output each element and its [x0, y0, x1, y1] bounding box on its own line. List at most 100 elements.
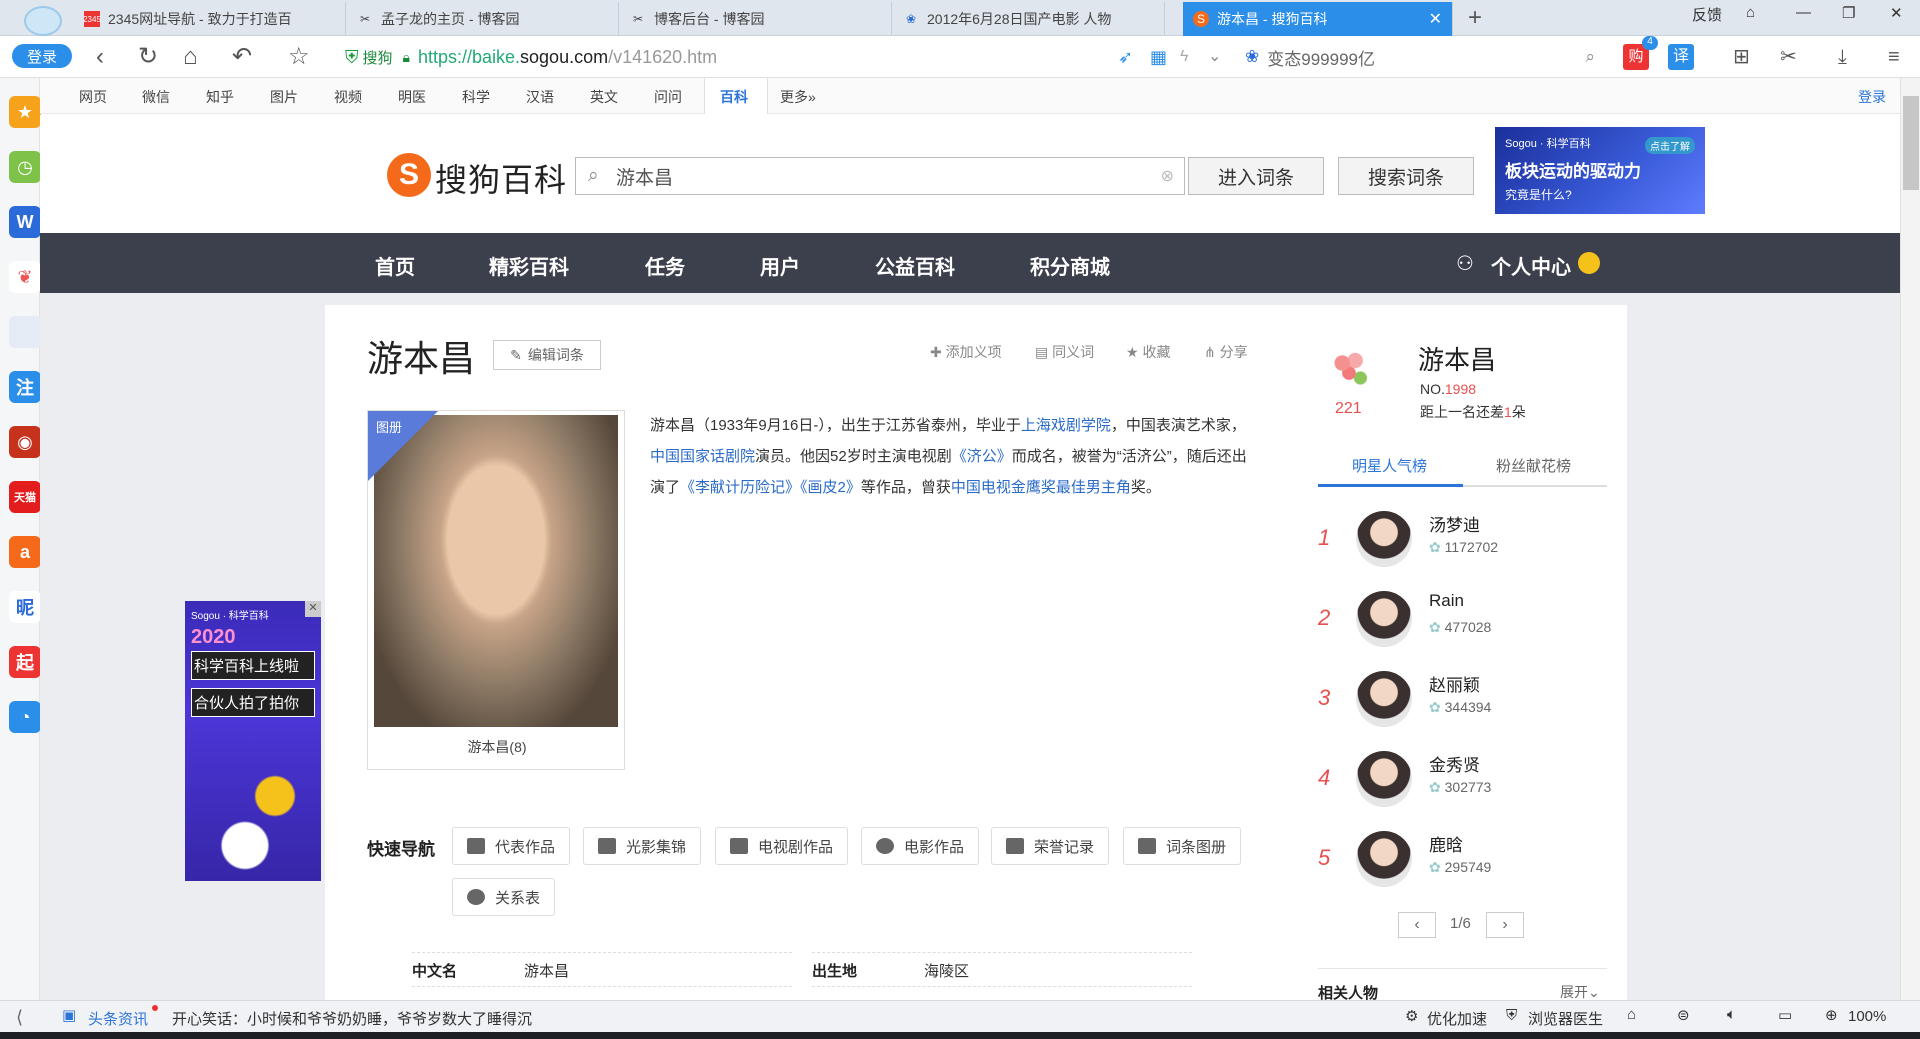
download-icon[interactable]: ⤓ [1838, 42, 1847, 72]
mainnav-users[interactable]: 用户 [760, 251, 800, 280]
intro-link[interactable]: 《画皮2》 [800, 479, 861, 496]
menu-icon[interactable]: ≡ [1888, 42, 1900, 72]
nav-english[interactable]: 英文 [590, 87, 618, 107]
intro-link[interactable]: 中国电视金鹰奖最佳男主角 [951, 479, 1131, 496]
accelerate-button[interactable]: 优化加速 [1427, 1008, 1487, 1029]
intro-link[interactable]: 《济公》 [952, 448, 1012, 465]
close-icon[interactable]: ✕ [305, 601, 321, 617]
search-entry-button[interactable]: 搜索词条 [1338, 157, 1474, 195]
home-icon[interactable]: ⌂ [1627, 1006, 1636, 1023]
logo-text[interactable]: 搜狗百科 [435, 155, 567, 201]
word-icon[interactable]: W [9, 206, 41, 238]
qidian-icon[interactable]: 起 [9, 646, 41, 678]
share-button[interactable]: ⋔ 分享 [1204, 342, 1248, 362]
speaker-icon[interactable]: 🔈︎ [1727, 1006, 1736, 1023]
favorite-button[interactable]: ★ 收藏 [1126, 342, 1170, 362]
nav-science[interactable]: 科学 [462, 87, 490, 107]
intro-link[interactable]: 《李献计历险记》 [680, 479, 800, 496]
quicknav-tv[interactable]: 电视剧作品 [715, 827, 849, 865]
dolphin-icon[interactable]: ◔ [9, 701, 41, 733]
quicknav-album[interactable]: 词条图册 [1123, 827, 1242, 865]
tab-cnblogs-admin[interactable]: ✂ 博客后台 - 博客园 [620, 2, 892, 36]
user-avatar-icon[interactable] [24, 6, 62, 36]
blank-app-icon[interactable] [9, 316, 41, 348]
rocket-icon[interactable]: ➶ [1118, 42, 1133, 72]
next-page-button[interactable]: › [1486, 912, 1524, 938]
game-icon[interactable]: ◉ [9, 426, 41, 458]
synonym-button[interactable]: ▤ 同义词 [1035, 342, 1094, 362]
close-window-icon[interactable]: ✕ [1890, 4, 1903, 22]
mainnav-mall[interactable]: 积分商城 [1030, 251, 1110, 280]
chevron-down-icon[interactable]: ⌄ [1208, 42, 1221, 72]
url-field[interactable]: ⛨ 搜狗 🔒︎ https://baike.sogou.com/v141620.… [345, 44, 1115, 70]
nav-baike[interactable]: 百科 [720, 87, 748, 107]
screen-icon[interactable]: ▭ [1778, 1006, 1792, 1024]
nav-zhihu[interactable]: 知乎 [206, 87, 234, 107]
note-icon[interactable]: 注 [9, 371, 41, 403]
close-icon[interactable]: ✕ [1429, 9, 1442, 29]
alibaba-icon[interactable]: a [9, 536, 41, 568]
tab-star-popularity[interactable]: 明星人气榜 [1352, 455, 1427, 476]
book-icon[interactable]: ❦ [9, 261, 41, 293]
cartoon-icon[interactable]: 昵 [9, 591, 41, 623]
quicknav-relations[interactable]: 关系表 [452, 878, 556, 916]
doctor-button[interactable]: 浏览器医生 [1528, 1008, 1603, 1029]
shirt-icon[interactable]: ⌂ [1746, 4, 1755, 21]
ranking-item[interactable]: 2 Rain ✿ 477028 [1318, 591, 1608, 655]
star-icon[interactable]: ☆ [288, 42, 310, 72]
apps-grid-icon[interactable]: ⊞ [1733, 42, 1750, 72]
side-ad[interactable]: Sogou · 科学百科 2020 科学百科上线啦 合伙人拍了拍你 ✕ [185, 601, 321, 881]
favorites-icon[interactable]: ★ [9, 96, 41, 128]
refresh-icon[interactable]: ↻ [138, 42, 158, 72]
ranking-item[interactable]: 5 鹿晗 ✿ 295749 [1318, 831, 1608, 895]
quicknav-works[interactable]: 代表作品 [452, 827, 571, 865]
news-label[interactable]: 头条资讯 [88, 1008, 148, 1029]
zoom-level[interactable]: 100% [1848, 1008, 1886, 1025]
tab-2345[interactable]: 2345 2345网址导航 - 致力于打造百 [74, 2, 346, 36]
collapse-icon[interactable]: ⟨ [16, 1007, 23, 1028]
flower-icon[interactable] [1324, 343, 1376, 393]
tab-baidu[interactable]: ❀ 2012年6月28日国产电影 人物 [893, 2, 1165, 36]
news-ticker[interactable]: 开心笑话：小时候和爷爷奶奶睡，爷爷岁数大了睡得沉 [172, 1008, 532, 1029]
sogou-logo-icon[interactable]: S [387, 153, 431, 197]
edit-entry-button[interactable]: ✎ 编辑词条 [493, 340, 601, 370]
intro-link[interactable]: 上海戏剧学院 [1021, 417, 1111, 434]
undo-icon[interactable]: ↶ [232, 42, 252, 72]
qrcode-icon[interactable]: ▦ [1150, 42, 1167, 72]
expand-button[interactable]: 展开⌄ [1560, 982, 1600, 1002]
tmall-icon[interactable]: 天猫 [9, 481, 41, 513]
ranking-item[interactable]: 1 汤梦迪 ✿ 1172702 [1318, 511, 1608, 575]
mainnav-tasks[interactable]: 任务 [645, 251, 685, 280]
quicknav-movies[interactable]: 电影作品 [861, 827, 980, 865]
tab-fan-flowers[interactable]: 粉丝献花榜 [1496, 455, 1571, 476]
photo-card[interactable]: 图册 游本昌(8) [367, 410, 625, 770]
feedback-link[interactable]: 反馈 [1692, 4, 1722, 25]
nav-weixin[interactable]: 微信 [142, 87, 170, 107]
minimize-icon[interactable]: — [1796, 4, 1811, 21]
nav-login[interactable]: 登录 [1858, 87, 1886, 107]
scissors-icon[interactable]: ✂ [1780, 42, 1797, 72]
restore-icon[interactable]: ❐ [1842, 4, 1855, 22]
translate-button[interactable]: 译 [1668, 44, 1694, 70]
mainnav-user-center[interactable]: 个人中心 [1491, 251, 1571, 280]
new-tab-button[interactable]: + [1468, 4, 1482, 32]
zoom-icon[interactable]: ⊕ [1825, 1006, 1838, 1024]
mainnav-home[interactable]: 首页 [375, 251, 415, 280]
nav-mingyi[interactable]: 明医 [398, 87, 426, 107]
clear-icon[interactable]: ⊗ [1161, 166, 1174, 186]
vertical-scrollbar[interactable] [1900, 78, 1920, 1000]
enter-entry-button[interactable]: 进入词条 [1188, 157, 1324, 195]
home-icon[interactable]: ⌂ [183, 42, 198, 72]
ranking-item[interactable]: 4 金秀贤 ✿ 302773 [1318, 751, 1608, 815]
search-icon[interactable]: ⌕ [1585, 47, 1595, 67]
photo-caption[interactable]: 游本昌(8) [368, 737, 626, 757]
nav-images[interactable]: 图片 [270, 87, 298, 107]
mainnav-charity[interactable]: 公益百科 [875, 251, 955, 280]
tab-sogou-baike[interactable]: S 游本昌 - 搜狗百科 ✕ [1183, 2, 1453, 36]
quicknav-gallery[interactable]: 光影集锦 [583, 827, 702, 865]
intro-link[interactable]: 中国国家话剧院 [650, 448, 755, 465]
nav-hanyu[interactable]: 汉语 [526, 87, 554, 107]
search-input[interactable]: ❀ 变态999999亿 ⌕ [1245, 42, 1605, 72]
search-input[interactable]: ⌕ 游本昌 ⊗ [575, 157, 1185, 195]
nav-wenwen[interactable]: 问问 [654, 87, 682, 107]
